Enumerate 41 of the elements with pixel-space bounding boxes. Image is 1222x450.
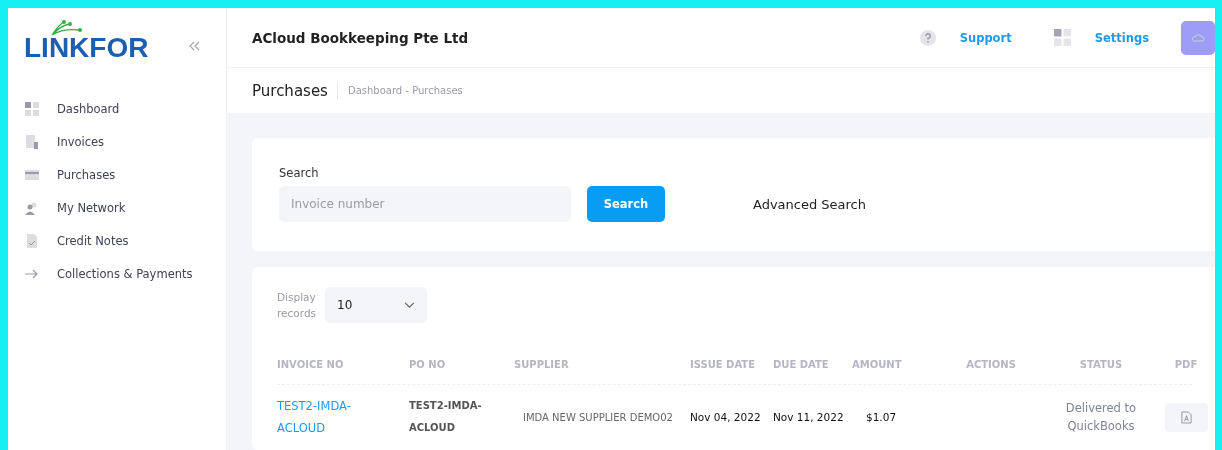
note-icon <box>24 232 40 249</box>
grid-icon <box>1053 29 1071 46</box>
page-title: Purchases <box>252 81 338 100</box>
sidebar-item[interactable]: Credit Notes <box>8 224 226 257</box>
column-header: AMOUNT <box>852 359 903 370</box>
column-header: INVOICE NO <box>277 359 345 370</box>
column-header: ACTIONS <box>965 359 1017 370</box>
column-header: PO NO <box>409 359 447 370</box>
table-cell-text: IMDA NEW SUPPLIER DEMO02 <box>522 411 674 423</box>
display-records-label: Display records <box>277 290 317 321</box>
grid-icon <box>24 100 40 117</box>
breadcrumb: Dashboard - Purchases <box>347 85 463 96</box>
column-header: ISSUE DATE <box>690 359 757 370</box>
table-cell-text: $1.07 <box>865 411 898 423</box>
sidebar-item[interactable]: My Network <box>8 191 226 224</box>
advanced-search-link[interactable]: Advanced Search <box>753 196 866 212</box>
avatar[interactable] <box>1181 20 1215 55</box>
chevron-down-icon <box>404 301 415 309</box>
table-cell-text: Nov 04, 2022 <box>690 411 762 423</box>
company-name: ACloud Bookkeeping Pte Ltd <box>252 29 469 46</box>
column-header: PDF <box>1173 359 1199 370</box>
sidebar-item[interactable]: Invoices <box>8 125 226 158</box>
logo: LINKFOR <box>24 20 149 64</box>
pdf-icon <box>1180 410 1192 424</box>
sidebar-item[interactable]: Collections & Payments <box>8 257 226 290</box>
sidebar-item[interactable]: Dashboard <box>8 92 226 125</box>
cloud-icon <box>1191 33 1205 42</box>
table-cell-text: Nov 11, 2022 <box>773 411 845 423</box>
column-header: DUE DATE <box>773 359 830 370</box>
help-icon <box>919 29 936 46</box>
column-header: SUPPLIER <box>514 359 570 370</box>
pdf-button[interactable] <box>1164 402 1208 432</box>
search-field[interactable]: Invoice number <box>279 186 571 222</box>
document-icon <box>24 133 40 150</box>
records-select[interactable]: 10 <box>325 287 427 323</box>
column-header: STATUS <box>1078 359 1124 370</box>
sidebar-item[interactable]: Purchases <box>8 158 226 191</box>
table-cell-text: TEST2-IMDA-ACLOUD <box>409 399 483 435</box>
collapse-icon[interactable] <box>188 40 200 52</box>
status-text: Delivered to QuickBooks <box>1064 400 1138 435</box>
search-label: Search <box>279 166 320 180</box>
